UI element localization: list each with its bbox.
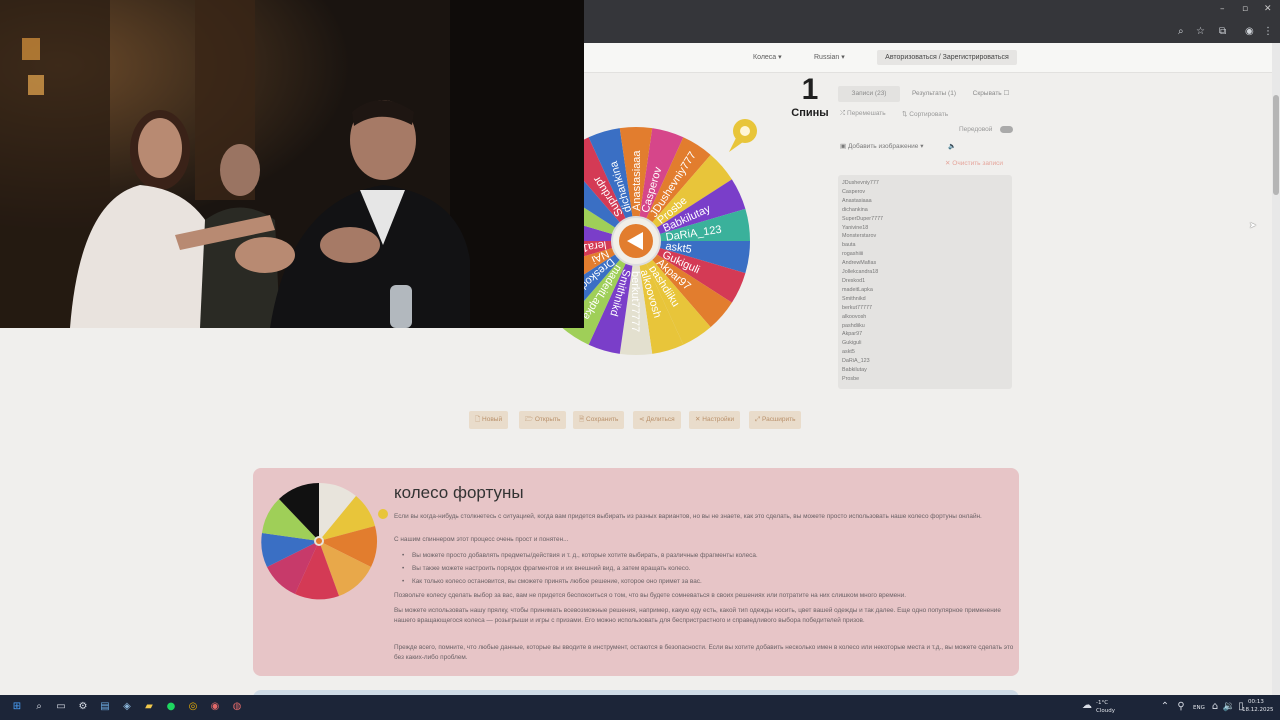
settings-gear-icon[interactable]: ⚙ (76, 700, 90, 714)
entry-line: madeitLapka (842, 286, 873, 293)
article-paragraph: Позвольте колесу сделать выбор за вас, в… (394, 592, 907, 599)
spin-counter: 1 (801, 73, 819, 106)
entry-line: bauta (842, 242, 856, 249)
article-paragraph: С нашим спиннером этот процесс очень про… (394, 536, 569, 543)
webcam-video-frame (0, 0, 584, 328)
chevron-up-icon[interactable]: ⌃ (1158, 700, 1172, 714)
entry-line: Prosbe (842, 375, 860, 382)
entry-line: Jollekcandra18 (842, 269, 879, 276)
wheel-pointer-icon (729, 119, 757, 152)
minimize-icon[interactable]: – (1220, 4, 1225, 14)
entry-line: alkoovosh (842, 313, 867, 320)
steam-icon[interactable]: ◈ (120, 700, 134, 714)
entry-line: SuperDuper7777 (842, 215, 884, 222)
open-button[interactable]: 🗁 Открыть (519, 411, 567, 429)
task-view-icon[interactable]: ▭ (54, 700, 68, 714)
add-image-button[interactable]: ▣ Добавить изображение ▾ (840, 142, 923, 150)
entry-line: Monsterstarov (842, 233, 877, 240)
entry-line: Akpar97 (842, 331, 863, 338)
file-explorer-icon[interactable]: ▰ (142, 700, 156, 714)
start-icon[interactable]: ⊞ (10, 700, 24, 714)
entry-line: Gukiguli (842, 340, 862, 347)
entry-line: rogashiiii (842, 251, 864, 258)
clock-time[interactable]: 00:13 (1248, 699, 1264, 705)
entry-line: AndrewMafias (842, 260, 877, 267)
close-icon[interactable]: ✕ (1264, 4, 1272, 14)
microphone-icon[interactable]: ⚲ (1174, 700, 1188, 714)
hide-toggle[interactable]: Скрывать ☐ (968, 86, 1014, 102)
wheel-actions: 🗋 Новый 🗁 Открыть 🗎 Сохранить ⋖ Делиться… (465, 407, 805, 433)
maximize-icon[interactable]: ▫ (1242, 4, 1248, 14)
clear-entries-button[interactable]: ✕ Очистить записи (945, 159, 1003, 167)
save-button[interactable]: 🗎 Сохранить (573, 411, 625, 429)
advanced-label: Передовой (959, 126, 993, 133)
entry-line: Anastasiaaa (842, 197, 872, 204)
entries-textarea[interactable]: JDushevniy777 Casperov Anastasiaaa dichanki… (838, 175, 1012, 389)
taskbar: ⊞ ⌕ ▭ ⚙ ▤ ◈ ▰ ● ◎ ◉ ◍ ☁ -1°C Cloudy ⌃ ⚲ … (0, 695, 1280, 720)
scroll-thumb[interactable] (1273, 95, 1279, 195)
share-button[interactable]: ⋖ Делиться (633, 411, 681, 429)
app-icon[interactable]: ◉ (208, 700, 222, 714)
entries-tabs: Записи (23) Результаты (1) Скрывать ☐ (838, 86, 1014, 102)
wheel-illustration (261, 482, 388, 600)
extensions-icon[interactable]: ⧉ (1219, 26, 1226, 37)
photos-icon[interactable]: ▤ (98, 700, 112, 714)
profile-icon[interactable]: ◉ (1245, 26, 1254, 37)
list-item: Вы также можете настроить порядок фрагме… (394, 562, 1014, 575)
list-item: Вы можете просто добавлять предметы/дейс… (394, 549, 1014, 562)
sort-button[interactable]: ⇅ Сортировать (902, 110, 948, 118)
entry-line: berkut77777 (842, 304, 872, 311)
article-card: колесо фортуны Если вы когда-нибудь стол… (253, 468, 1019, 676)
new-button[interactable]: 🗋 Новый (469, 411, 509, 429)
article-paragraph: Прежде всего, помните, что любые данные,… (394, 644, 1014, 661)
zoom-icon[interactable]: ⌕ (1178, 26, 1184, 37)
language-select[interactable]: Russian ▾ (814, 53, 845, 61)
entry-line: Smithnikd (842, 295, 866, 302)
language-indicator[interactable]: ENG (1193, 705, 1205, 711)
menu-dots-icon[interactable]: ⋮ (1263, 26, 1273, 37)
expand-button[interactable]: ⤢ Расширить (749, 411, 802, 429)
weather-cloud-icon[interactable]: ☁ (1080, 699, 1094, 713)
app-icon[interactable]: ◍ (230, 700, 244, 714)
weather-desc: Cloudy (1096, 708, 1115, 714)
entry-line: JDushevniy777 (842, 180, 879, 186)
settings-button[interactable]: ✕ Настройки (689, 411, 741, 429)
article-list: Вы можете просто добавлять предметы/дейс… (394, 549, 1014, 588)
sound-icon[interactable]: 🔈 (948, 142, 956, 150)
article-paragraph: Если вы когда-нибудь столкнетесь с ситуа… (394, 513, 982, 520)
entry-line: askt5 (842, 349, 855, 356)
list-item: Как только колесо остановится, вы сможет… (394, 575, 1014, 588)
entry-line: Babkilutay (842, 367, 867, 374)
entry-line: pashdiiku (842, 322, 865, 329)
wheels-menu[interactable]: Колеса ▾ (753, 53, 782, 61)
search-icon[interactable]: ⌕ (32, 700, 46, 714)
clock-date[interactable]: 18.12.2025 (1242, 707, 1274, 713)
wheel-slice-label: berkut77777 (629, 271, 641, 332)
advanced-toggle[interactable] (1000, 126, 1013, 133)
mouse-cursor-icon: ➤ (1249, 221, 1257, 231)
entry-line: Yanivine18 (842, 224, 869, 231)
entry-line: DaRiA_123 (842, 358, 870, 365)
auth-button[interactable]: Авторизоваться / Зарегистрироваться (877, 50, 1017, 65)
weather-temp: -1°C (1096, 700, 1109, 706)
article-paragraph: Вы можете использовать нашу прялку, чтоб… (394, 607, 1001, 624)
network-icon[interactable]: ⌂ (1208, 700, 1222, 714)
entry-line: dichankina (842, 206, 868, 213)
shuffle-button[interactable]: ⤮ Перемешать (840, 110, 886, 118)
article-title: колесо фортуны (394, 483, 524, 502)
screen: – ▫ ✕ ⌕ ☆ ⧉ ◉ ⋮ Колеса ▾ Russian ▾ Автор… (0, 0, 1280, 720)
webcam-overlay (0, 0, 584, 328)
entry-line: Dreskod1 (842, 277, 866, 284)
page-scrollbar[interactable] (1272, 43, 1280, 695)
chrome-icon[interactable]: ◎ (186, 700, 200, 714)
entry-line: Casperov (842, 188, 866, 195)
tab-entries[interactable]: Записи (23) (838, 86, 900, 102)
spin-counter-label: Спины (791, 107, 829, 119)
tab-results[interactable]: Результаты (1) (906, 86, 962, 102)
bookmark-star-icon[interactable]: ☆ (1196, 26, 1205, 37)
spotify-icon[interactable]: ● (164, 700, 178, 714)
wheel-slice-label: Anastasiaaa (631, 150, 643, 211)
